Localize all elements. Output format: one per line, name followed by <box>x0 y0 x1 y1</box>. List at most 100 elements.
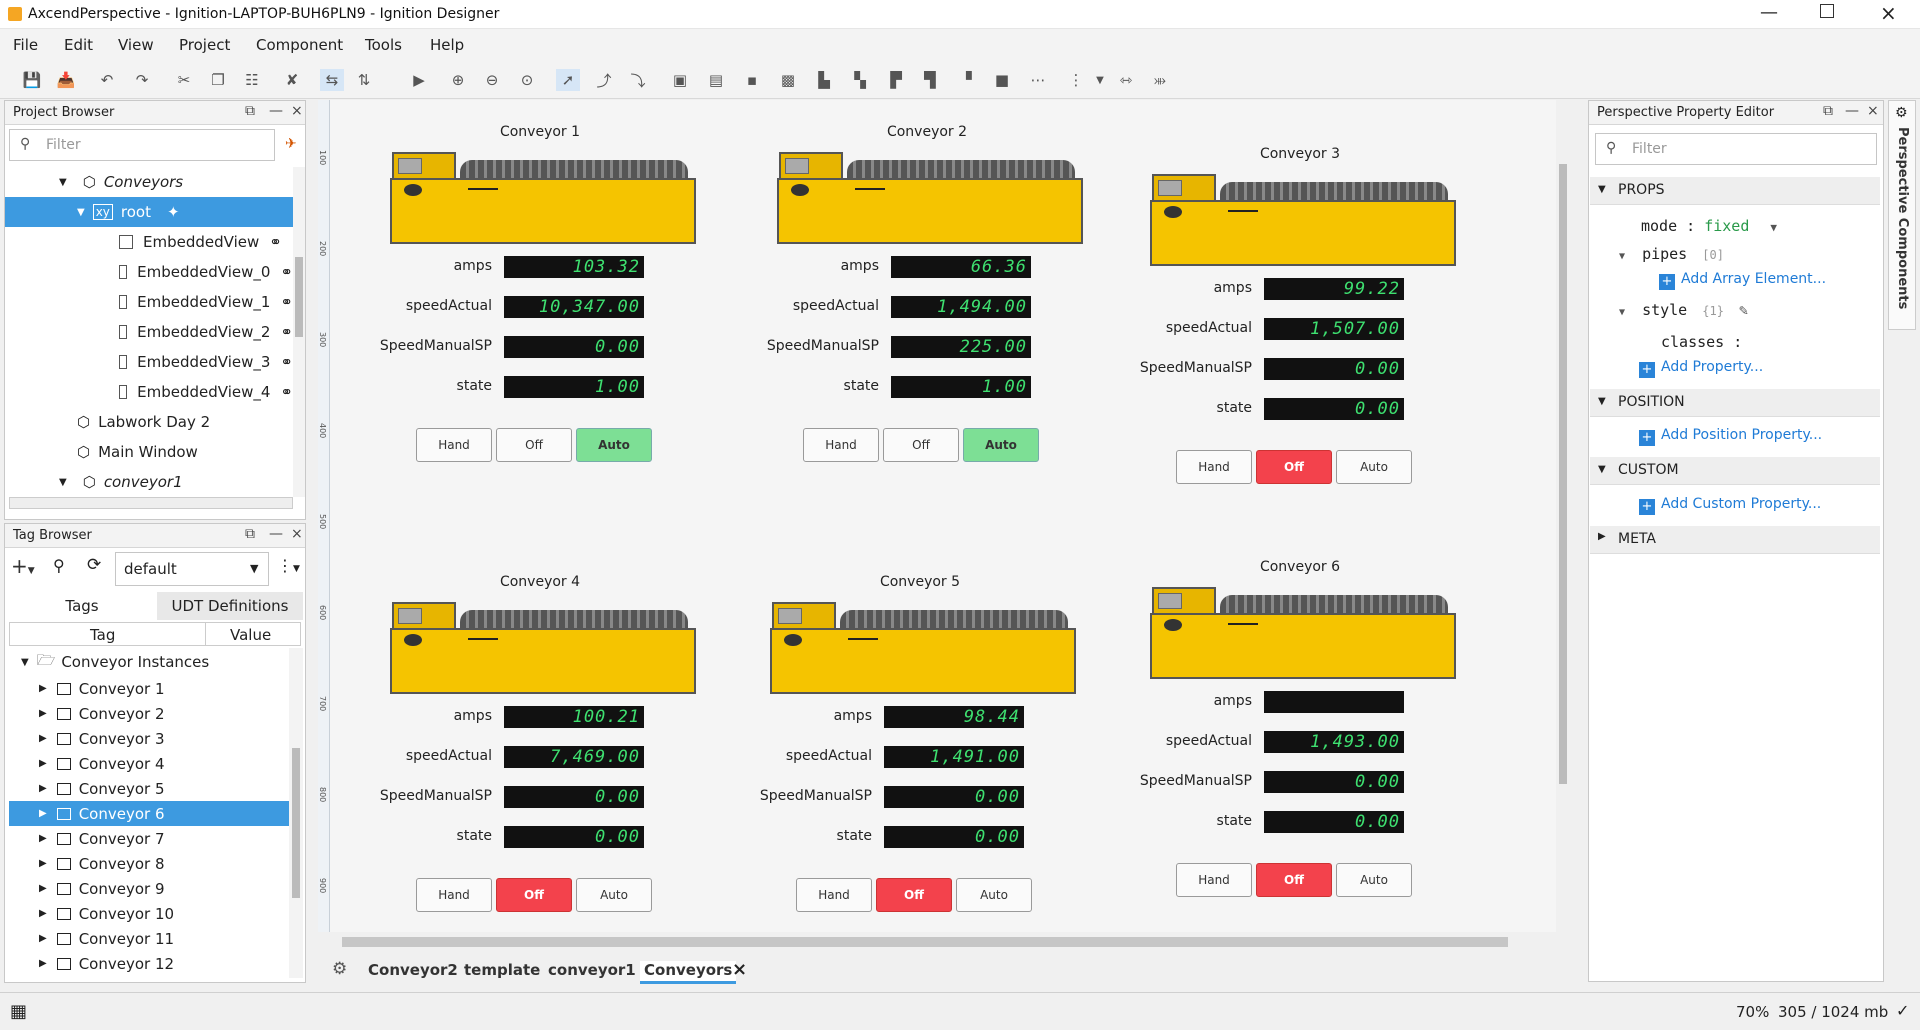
add-tag-icon[interactable]: +▼ <box>11 554 35 578</box>
tree-item-conveyors[interactable]: ▼ ⬡ Conveyors <box>5 167 293 197</box>
collapse-arrow-icon[interactable]: ▼ <box>77 207 85 218</box>
tree-item-tag[interactable]: ▶ Conveyor 6 <box>9 801 289 826</box>
off-button[interactable]: Off <box>883 428 959 462</box>
expand-arrow-icon[interactable]: ▶ <box>39 858 47 869</box>
prop-style[interactable]: ▼ style {1} ✎ <box>1619 301 1748 319</box>
refresh-icon[interactable]: ⟳ <box>87 555 101 575</box>
menu-help[interactable]: Help <box>430 36 464 54</box>
add-position-property-link[interactable]: + Add Position Property... <box>1639 427 1822 446</box>
expand-arrow-icon[interactable]: ▶ <box>39 908 47 919</box>
scroll-thumb[interactable] <box>1559 164 1567 784</box>
tree-item-tag[interactable]: ▶ Conveyor 9 <box>9 876 289 901</box>
hand-button[interactable]: Hand <box>803 428 879 462</box>
close-panel-icon[interactable]: × <box>291 103 303 119</box>
tree-item-tag[interactable]: ▶ Conveyor 1 <box>9 676 289 701</box>
menu-project[interactable]: Project <box>179 36 230 54</box>
minimize-panel-icon[interactable]: — <box>1845 103 1859 119</box>
menu-edit[interactable]: Edit <box>64 36 93 54</box>
tree-item-tag[interactable]: ▶ Conveyor 8 <box>9 851 289 876</box>
restore-panel-icon[interactable]: ⧉ <box>1823 103 1833 119</box>
section-position[interactable]: ▼ POSITION <box>1590 389 1880 417</box>
menu-view[interactable]: View <box>118 36 154 54</box>
tree-item-tag[interactable]: ▶ Conveyor 3 <box>9 726 289 751</box>
delete-icon[interactable]: ✘ <box>280 69 304 91</box>
perspective-components-side-tab[interactable]: ⚙ Perspective Components <box>1888 100 1916 330</box>
tree-item-embeddedview-0[interactable]: EmbeddedView_0 ⚭ <box>5 257 293 287</box>
node-tool-icon[interactable]: ⤴ <box>592 69 616 91</box>
restore-panel-icon[interactable]: ⧉ <box>245 103 255 119</box>
hand-button[interactable]: Hand <box>416 878 492 912</box>
tree-item-tag[interactable]: ▶ Conveyor 12 <box>9 951 289 976</box>
tree-item-tag[interactable]: ▶ Conveyor 4 <box>9 751 289 776</box>
column-value[interactable]: Value <box>230 626 271 644</box>
chevron-down-icon[interactable]: ▼ <box>1770 221 1777 234</box>
vertical-spacing-icon[interactable]: ⤕ <box>1148 69 1172 91</box>
prop-value[interactable]: fixed <box>1704 217 1749 235</box>
cut-icon[interactable]: ✂ <box>172 69 196 91</box>
property-filter-input[interactable]: ⚲ Filter <box>1595 133 1877 165</box>
hand-button[interactable]: Hand <box>1176 450 1252 484</box>
save-icon[interactable]: 💾 <box>20 69 44 91</box>
vertical-scrollbar[interactable] <box>293 167 305 497</box>
close-panel-icon[interactable]: × <box>1867 103 1879 119</box>
zoom-fit-icon[interactable]: ⊙ <box>515 69 539 91</box>
gc-icon[interactable]: ✓ <box>1896 1001 1909 1020</box>
prop-mode[interactable]: mode : fixed ▼ <box>1641 217 1777 235</box>
save-all-icon[interactable]: 📥 <box>54 69 78 91</box>
menu-component[interactable]: Component <box>256 36 343 54</box>
locate-icon[interactable]: ✈ <box>285 136 297 152</box>
auto-button[interactable]: Auto <box>576 878 652 912</box>
tree-item-root[interactable]: ▼ xy root ✦ <box>5 197 293 227</box>
add-property-link[interactable]: + Add Property... <box>1639 359 1763 378</box>
off-button[interactable]: Off <box>1256 450 1332 484</box>
restore-panel-icon[interactable]: ⧉ <box>245 526 255 542</box>
section-props[interactable]: ▼ PROPS <box>1590 177 1880 205</box>
close-panel-icon[interactable]: × <box>291 526 303 542</box>
tree-item-labwork-day-2[interactable]: ⬡ Labwork Day 2 <box>5 407 293 437</box>
tab-tags[interactable]: Tags <box>7 592 157 620</box>
maximize-icon[interactable] <box>1820 4 1834 18</box>
section-custom[interactable]: ▼ CUSTOM <box>1590 457 1880 485</box>
collapse-arrow-icon[interactable]: ▼ <box>59 177 67 188</box>
preview-play-icon[interactable]: ▶ <box>407 69 431 91</box>
tree-item-embeddedview[interactable]: EmbeddedView ⚭ <box>5 227 293 257</box>
align-vertical-icon[interactable]: ⇅ <box>352 69 376 91</box>
spacing-icon[interactable]: ⇿ <box>1114 69 1138 91</box>
vertical-scrollbar[interactable] <box>289 648 303 978</box>
minimize-panel-icon[interactable]: — <box>269 103 283 119</box>
off-button[interactable]: Off <box>1256 863 1332 897</box>
align-left-icon[interactable]: ▙ <box>812 69 836 91</box>
zoom-in-icon[interactable]: ⊕ <box>446 69 470 91</box>
add-array-element-link[interactable]: + Add Array Element... <box>1659 271 1826 290</box>
auto-button[interactable]: Auto <box>1336 863 1412 897</box>
expand-arrow-icon[interactable]: ▶ <box>39 883 47 894</box>
tree-item-embeddedview-4[interactable]: EmbeddedView_4 ⚭ <box>5 377 293 407</box>
zoom-out-icon[interactable]: ⊖ <box>480 69 504 91</box>
redo-icon[interactable]: ↷ <box>130 69 154 91</box>
tree-item-tag[interactable]: ▶ Conveyor 11 <box>9 926 289 951</box>
canvas-horizontal-scrollbar[interactable] <box>330 934 1552 950</box>
collapse-arrow-icon[interactable]: ▼ <box>59 477 67 488</box>
tree-item-tag[interactable]: ▶ Conveyor 7 <box>9 826 289 851</box>
collapse-arrow-icon[interactable]: ▼ <box>1619 307 1625 318</box>
tab-template[interactable]: template <box>464 961 540 979</box>
expand-arrow-icon[interactable]: ▶ <box>39 833 47 844</box>
tree-item-tag[interactable]: ▶ Conveyor 2 <box>9 701 289 726</box>
auto-button[interactable]: Auto <box>956 878 1032 912</box>
tab-conveyor1[interactable]: conveyor1 <box>548 961 636 979</box>
tab-conveyors[interactable]: Conveyors <box>640 961 737 984</box>
minimize-icon[interactable]: — <box>1760 2 1778 23</box>
copy-icon[interactable]: ❐ <box>206 69 230 91</box>
close-tab-icon[interactable]: × <box>732 959 747 980</box>
tree-item-embeddedview-1[interactable]: EmbeddedView_1 ⚭ <box>5 287 293 317</box>
more-horizontal-icon[interactable]: ⋯ <box>1026 69 1050 91</box>
align-center-icon[interactable]: ▚ <box>848 69 872 91</box>
group-icon[interactable]: ▪ <box>740 69 764 91</box>
tab-udt-definitions[interactable]: UDT Definitions <box>157 592 303 620</box>
tree-item-main-window[interactable]: ⬡ Main Window <box>5 437 293 467</box>
provider-select[interactable]: default ▼ <box>115 552 269 586</box>
paint-icon[interactable]: ✎ <box>1739 301 1748 319</box>
hand-button[interactable]: Hand <box>416 428 492 462</box>
scroll-thumb[interactable] <box>342 937 1508 947</box>
search-icon[interactable]: ⚲ <box>53 556 65 575</box>
